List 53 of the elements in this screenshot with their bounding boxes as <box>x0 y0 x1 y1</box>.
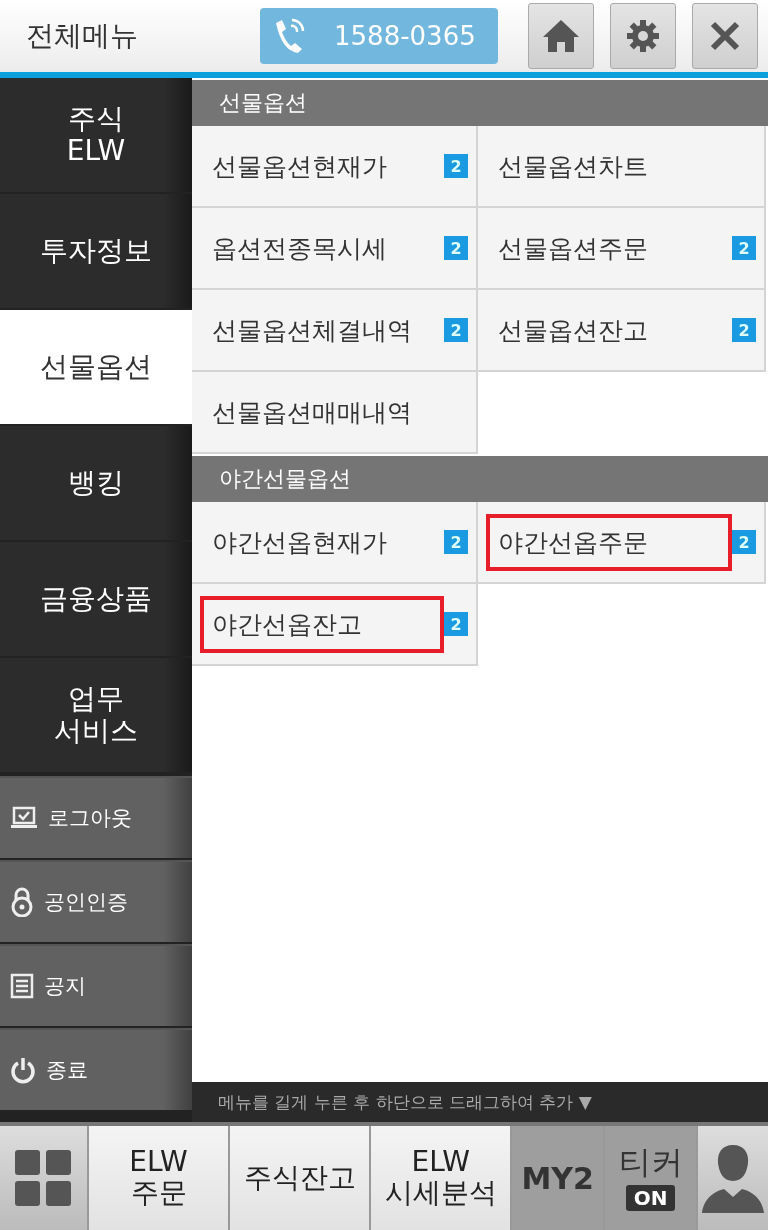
menu-item[interactable]: 옵션전종목시세 2 <box>192 208 478 290</box>
shortcut-button[interactable]: ELW 주문 <box>88 1126 231 1230</box>
menu-item[interactable]: 선물옵션잔고 2 <box>478 290 766 372</box>
count-badge: 2 <box>444 612 468 636</box>
power-icon <box>10 1056 36 1084</box>
laptop-check-icon <box>10 806 38 830</box>
category-tab[interactable]: 금융상품 <box>0 542 192 656</box>
status-badge: ON <box>625 1184 676 1211</box>
category-tab[interactable]: 투자정보 <box>0 194 192 308</box>
count-badge: 2 <box>732 236 756 260</box>
sidebar-item[interactable]: 공지 <box>0 944 192 1026</box>
menu-item[interactable]: 선물옵션차트 <box>478 126 766 208</box>
close-icon <box>709 20 741 52</box>
home-button[interactable] <box>528 3 594 69</box>
profile-button[interactable] <box>698 1126 768 1230</box>
shortcut-button[interactable]: 주식잔고 <box>230 1126 372 1230</box>
category-tab[interactable]: 주식 ELW <box>0 78 192 192</box>
menu-item[interactable]: 야간선옵주문 2 <box>478 502 766 584</box>
sidebar-item[interactable]: 로그아웃 <box>0 776 192 858</box>
sidebar-item[interactable]: 공인인증 <box>0 860 192 942</box>
count-badge: 2 <box>444 318 468 342</box>
all-menu-button[interactable] <box>0 1126 89 1230</box>
menu-item[interactable]: 선물옵션매매내역 <box>192 372 478 454</box>
section-header: 선물옵션 <box>192 80 768 126</box>
lock-icon <box>10 887 34 917</box>
highlight-frame: 야간선옵잔고 <box>200 595 444 653</box>
list-icon <box>10 973 34 999</box>
section-header: 야간선물옵션 <box>192 456 768 502</box>
shortcut-button[interactable]: ELW 시세분석 <box>371 1126 513 1230</box>
home-icon <box>541 18 581 54</box>
settings-icon <box>625 18 661 54</box>
menu-item[interactable]: 선물옵션체결내역 2 <box>192 290 478 372</box>
menu-item[interactable]: 야간선옵잔고 2 <box>192 584 478 666</box>
sidebar-item[interactable]: 종료 <box>0 1028 192 1110</box>
menu-item[interactable]: 야간선옵현재가 2 <box>192 502 478 584</box>
category-tab[interactable]: 업무 서비스 <box>0 658 192 772</box>
count-badge: 2 <box>444 530 468 554</box>
hint-bar: 메뉴를 길게 누른 후 하단으로 드래그하여 추가 ▼ <box>192 1082 768 1122</box>
category-tab[interactable]: 뱅킹 <box>0 426 192 540</box>
menu-item[interactable]: 선물옵션주문 2 <box>478 208 766 290</box>
count-badge: 2 <box>444 154 468 178</box>
count-badge: 2 <box>732 530 756 554</box>
grid-icon <box>13 1148 74 1208</box>
close-button[interactable] <box>692 3 758 69</box>
my-button[interactable]: MY2 <box>512 1126 606 1230</box>
count-badge: 2 <box>444 236 468 260</box>
settings-button[interactable] <box>610 3 676 69</box>
ticker-button[interactable]: 티커 ON <box>605 1126 698 1230</box>
count-badge: 2 <box>732 318 756 342</box>
category-tab[interactable]: 선물옵션 <box>0 310 192 424</box>
menu-title: 전체메뉴 <box>26 18 139 54</box>
menu-item[interactable]: 선물옵션현재가 2 <box>192 126 478 208</box>
highlight-frame: 야간선옵주문 <box>486 513 732 571</box>
